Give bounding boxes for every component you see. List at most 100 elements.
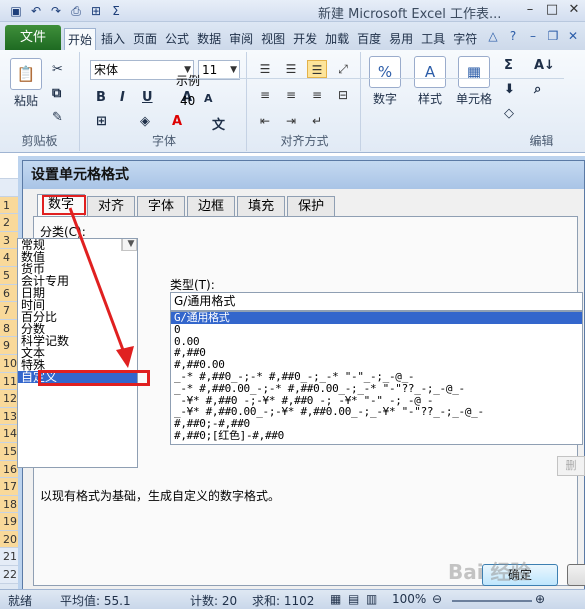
title-bar: ▣ ↶ ↷ ⎙ ⊞ Σ 新建 Microsoft Excel 工作表... – …: [0, 0, 585, 22]
decrease-indent-icon[interactable]: ⇤: [255, 112, 275, 130]
cut-icon[interactable]: ✂: [52, 62, 63, 77]
normal-view-icon[interactable]: ▦: [330, 592, 341, 606]
format-item[interactable]: #,##0;-#,##0: [171, 418, 582, 430]
fill-color-icon[interactable]: ◈: [140, 114, 150, 129]
bold-button[interactable]: B: [96, 90, 106, 105]
format-painter-icon[interactable]: ✎: [52, 110, 63, 125]
row-header[interactable]: [0, 179, 21, 197]
tab-baidu[interactable]: 百度: [354, 28, 384, 52]
category-item[interactable]: 百分比: [18, 311, 137, 323]
increase-indent-icon[interactable]: ⇥: [281, 112, 301, 130]
font-color-icon[interactable]: A: [172, 114, 182, 129]
category-item[interactable]: 科学记数: [18, 335, 137, 347]
row-header[interactable]: 1: [0, 196, 21, 215]
cancel-button[interactable]: [567, 564, 585, 586]
category-scrollbar[interactable]: ▲ ▼: [121, 239, 137, 251]
tab-fill[interactable]: 填充: [237, 196, 286, 216]
undo-icon[interactable]: ↶: [28, 3, 44, 19]
close-icon[interactable]: ✕: [563, 0, 585, 20]
tab-formulas[interactable]: 公式: [162, 28, 192, 52]
format-item[interactable]: #,##0.00: [171, 359, 582, 371]
tab-review[interactable]: 审阅: [226, 28, 256, 52]
tab-home[interactable]: 开始: [64, 28, 97, 52]
type-input[interactable]: G/通用格式: [170, 292, 583, 311]
format-code-list[interactable]: G/通用格式 0 0.00 #,##0 #,##0.00 _-* #,##0_-…: [170, 311, 583, 445]
row-header[interactable]: 21: [0, 548, 21, 567]
status-average: 平均值: 55.1: [60, 594, 131, 608]
restore-icon[interactable]: ❐: [545, 28, 561, 44]
format-item[interactable]: 0.00: [171, 336, 582, 348]
sample-label: 示例: [176, 74, 201, 88]
collapse-ribbon-icon[interactable]: △: [485, 28, 501, 44]
print-preview-icon[interactable]: ⎙: [68, 3, 84, 19]
copy-icon[interactable]: ⧉: [52, 86, 61, 101]
category-item[interactable]: 货币: [18, 263, 137, 275]
help-icon[interactable]: ?: [505, 28, 521, 44]
quick-access-toolbar: ▣ ↶ ↷ ⎙ ⊞ Σ: [8, 3, 124, 19]
format-item[interactable]: 0: [171, 324, 582, 336]
tab-developer[interactable]: 开发: [290, 28, 320, 52]
tab-insert[interactable]: 插入: [98, 28, 128, 52]
category-item[interactable]: 日期: [18, 287, 137, 299]
format-item[interactable]: _-¥* #,##0.00_-;-¥* #,##0.00_-;_-¥* "-"?…: [171, 406, 582, 418]
row-header[interactable]: 17: [0, 478, 21, 496]
format-item[interactable]: _-* #,##0_-;-* #,##0_-;_-* "-"_-;_-@_-: [171, 371, 582, 383]
file-tab[interactable]: 文件: [5, 25, 61, 50]
category-item[interactable]: 数值: [18, 251, 137, 263]
category-item[interactable]: 常规: [18, 239, 137, 251]
tab-alignment[interactable]: 对齐: [87, 196, 136, 216]
page-break-icon[interactable]: ▥: [366, 592, 377, 606]
page-layout-icon[interactable]: ▤: [348, 592, 359, 606]
tab-protection[interactable]: 保护: [287, 196, 336, 216]
category-list[interactable]: 常规 数值 货币 会计专用 日期 时间 百分比 分数 科学记数 文本 特殊 自定…: [17, 238, 138, 468]
minimize-icon[interactable]: –: [519, 0, 541, 20]
format-item-selected[interactable]: G/通用格式: [171, 312, 582, 324]
category-item[interactable]: 会计专用: [18, 275, 137, 287]
merge-icon[interactable]: ⊞: [88, 3, 104, 19]
zoom-slider[interactable]: [452, 600, 532, 602]
tab-data[interactable]: 数据: [194, 28, 224, 52]
redo-icon[interactable]: ↷: [48, 3, 64, 19]
italic-button[interactable]: I: [120, 90, 125, 105]
tab-font[interactable]: 字体: [137, 196, 186, 216]
sample-section: 示例 40: [150, 72, 564, 112]
sum-icon[interactable]: Σ: [108, 3, 124, 19]
zoom-out-icon[interactable]: ⊖: [432, 592, 442, 606]
format-item[interactable]: #,##0: [171, 347, 582, 359]
close-icon[interactable]: ✕: [565, 28, 581, 44]
scroll-down-icon[interactable]: ▼: [122, 239, 137, 251]
row-header[interactable]: 2: [0, 214, 21, 232]
tab-addins[interactable]: 加载: [322, 28, 352, 52]
zoom-level[interactable]: 100%: [392, 592, 426, 606]
autosum-icon[interactable]: Σ: [504, 58, 513, 73]
tab-view[interactable]: 视图: [258, 28, 288, 52]
format-item[interactable]: _-* #,##0.00_-;-* #,##0.00_-;_-* "-"??_-…: [171, 383, 582, 395]
category-item[interactable]: 分数: [18, 323, 137, 335]
maximize-icon[interactable]: □: [541, 0, 563, 20]
wrap-text-icon[interactable]: ↵: [307, 112, 327, 130]
row-header[interactable]: 19: [0, 513, 21, 531]
category-item[interactable]: 时间: [18, 299, 137, 311]
minimize-icon[interactable]: –: [525, 28, 541, 44]
save-icon[interactable]: ▣: [8, 3, 24, 19]
category-item[interactable]: 文本: [18, 347, 137, 359]
sort-filter-icon[interactable]: A↓: [534, 58, 555, 73]
row-header[interactable]: 20: [0, 530, 21, 549]
format-item[interactable]: _-¥* #,##0_-;-¥* #,##0_-;_-¥* "-"_-;_-@_…: [171, 395, 582, 407]
paste-button[interactable]: 📋 粘贴: [6, 58, 46, 109]
status-mode: 就绪: [8, 594, 33, 608]
row-header[interactable]: 18: [0, 495, 21, 514]
tab-chars[interactable]: 字符: [450, 28, 480, 52]
borders-icon[interactable]: ⊞: [96, 114, 107, 129]
phonetic-icon[interactable]: 文: [212, 114, 225, 133]
zoom-in-icon[interactable]: ⊕: [535, 592, 545, 606]
dialog-title: 设置单元格格式: [23, 161, 584, 189]
format-item[interactable]: #,##0;[红色]-#,##0: [171, 430, 582, 442]
tab-border[interactable]: 边框: [187, 196, 236, 216]
tab-easy[interactable]: 易用: [386, 28, 416, 52]
row-header[interactable]: 22: [0, 566, 21, 584]
tab-tools[interactable]: 工具: [418, 28, 448, 52]
delete-button[interactable]: 删: [557, 456, 585, 476]
tab-page[interactable]: 页面: [130, 28, 160, 52]
paste-icon: 📋: [10, 58, 42, 90]
